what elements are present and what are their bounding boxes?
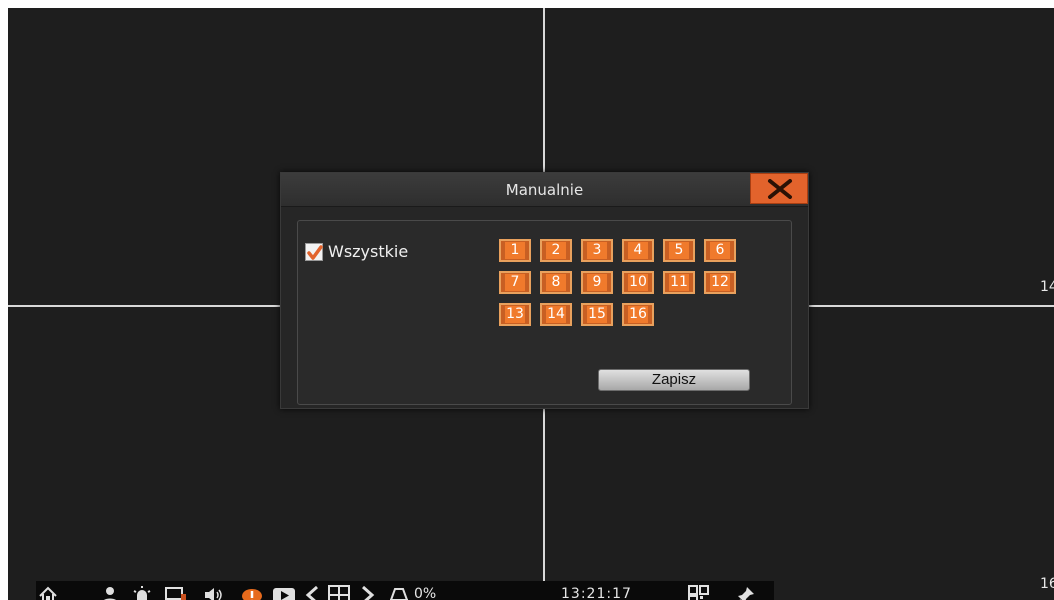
channel-number: 13 (505, 306, 525, 323)
channel-number: 14 (546, 306, 566, 323)
alarm-icon[interactable] (132, 585, 152, 600)
dialog-content: Wszystkie 1 2 3 4 5 6 7 8 9 10 11 12 13 … (297, 220, 792, 405)
clock: 13:21:17 (561, 586, 632, 600)
grid-layout-icon[interactable] (328, 585, 350, 600)
save-button[interactable]: Zapisz (598, 369, 750, 391)
select-all-label: Wszystkie (328, 242, 409, 261)
channel-label-14: 14 (1040, 279, 1054, 295)
channel-button[interactable]: 10 (622, 271, 654, 294)
channel-button[interactable]: 12 (704, 271, 736, 294)
dialog-title-bar: Manualnie (281, 173, 808, 207)
channel-button[interactable]: 16 (622, 303, 654, 326)
channel-number: 2 (546, 242, 566, 259)
channel-button[interactable]: 1 (499, 239, 531, 262)
channel-button[interactable]: 6 (704, 239, 736, 262)
channel-button[interactable]: 14 (540, 303, 572, 326)
channel-button[interactable]: 2 (540, 239, 572, 262)
channel-button[interactable]: 9 (581, 271, 613, 294)
channel-button[interactable]: 8 (540, 271, 572, 294)
disk-usage: 0% (414, 586, 437, 600)
video-grid: 14 16 Manualnie Wszystkie 1 2 3 4 5 6 7 … (8, 8, 1054, 600)
channel-grid: 1 2 3 4 5 6 7 8 9 10 11 12 13 14 15 16 (499, 239, 749, 326)
channel-button[interactable]: 3 (581, 239, 613, 262)
pin-icon[interactable] (736, 585, 756, 600)
channel-number: 7 (505, 274, 525, 291)
channel-number: 10 (628, 274, 648, 291)
channel-button[interactable]: 7 (499, 271, 531, 294)
channel-button[interactable]: 4 (622, 239, 654, 262)
monitor-icon[interactable] (164, 585, 188, 600)
channel-button[interactable]: 11 (663, 271, 695, 294)
home-icon[interactable] (38, 585, 58, 600)
manual-record-dialog: Manualnie Wszystkie 1 2 3 4 5 6 7 8 9 10… (280, 172, 809, 409)
record-icon[interactable] (241, 585, 263, 600)
channel-button[interactable]: 15 (581, 303, 613, 326)
close-icon (768, 179, 792, 199)
channel-number: 9 (587, 274, 607, 291)
playback-icon[interactable] (272, 585, 296, 600)
dialog-title: Manualnie (505, 181, 584, 199)
channel-button[interactable]: 13 (499, 303, 531, 326)
channel-number: 8 (546, 274, 566, 291)
volume-icon[interactable] (203, 585, 225, 600)
next-icon[interactable] (358, 585, 376, 600)
user-icon[interactable] (100, 585, 120, 600)
channel-number: 4 (628, 242, 648, 259)
channel-number: 11 (669, 274, 689, 291)
channel-number: 16 (628, 306, 648, 323)
prev-icon[interactable] (304, 585, 322, 600)
checkmark-icon (307, 244, 323, 260)
channel-number: 3 (587, 242, 607, 259)
channel-label-16: 16 (1040, 576, 1054, 592)
channel-number: 12 (710, 274, 730, 291)
channel-number: 1 (505, 242, 525, 259)
channel-number: 15 (587, 306, 607, 323)
taskbar: 0% 13:21:17 (36, 581, 774, 600)
select-all-checkbox[interactable] (305, 242, 323, 261)
channel-button[interactable]: 5 (663, 239, 695, 262)
disk-icon[interactable] (388, 585, 410, 600)
channel-number: 6 (710, 242, 730, 259)
channel-number: 5 (669, 242, 689, 259)
qr-code-icon[interactable] (688, 585, 710, 600)
close-button[interactable] (750, 173, 808, 204)
select-all-control[interactable]: Wszystkie (305, 242, 408, 261)
